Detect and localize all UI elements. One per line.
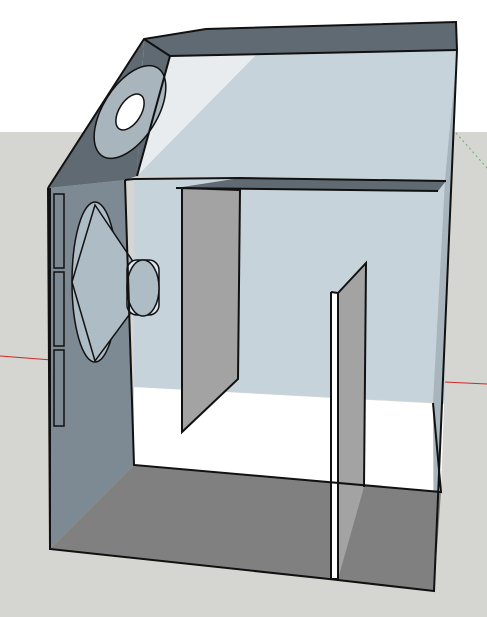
speaker-dust-cap	[126, 259, 160, 317]
back-wall-panel	[134, 178, 445, 403]
internal-baffle-small-edge	[331, 292, 338, 579]
enclosure-3d-scene	[0, 0, 487, 617]
sketchup-viewport	[0, 0, 487, 617]
